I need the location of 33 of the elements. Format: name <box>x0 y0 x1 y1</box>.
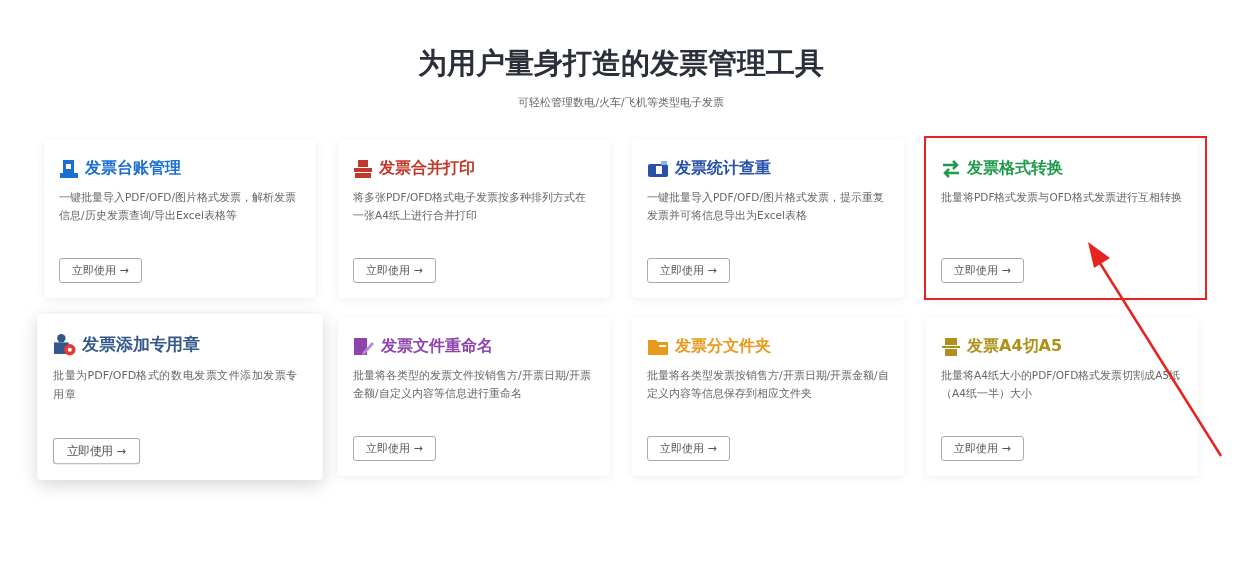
cut-page-icon <box>941 336 961 357</box>
use-now-button[interactable]: 立即使用 → <box>353 258 436 283</box>
use-now-button[interactable]: 立即使用 → <box>52 437 140 465</box>
card-title: 发票文件重命名 <box>381 336 493 357</box>
card-title: 发票统计查重 <box>675 158 771 179</box>
use-now-button[interactable]: 立即使用 → <box>941 436 1024 461</box>
swap-arrows-icon <box>941 159 961 178</box>
page-heading: 为用户量身打造的发票管理工具 <box>418 45 824 82</box>
card-description: 批量将各类型的发票文件按销售方/开票日期/开票金额/自定义内容等信息进行重命名 <box>353 368 593 401</box>
printer-icon <box>353 158 373 179</box>
card-description: 批量为PDF/OFD格式的数电发票文件添加发票专用章 <box>52 367 299 403</box>
card-description: 批量将PDF格式发票与OFD格式发票进行互相转换 <box>941 190 1183 205</box>
card-description: 批量将各类型发票按销售方/开票日期/开票金额/自定义内容等信息保存到相应文件夹 <box>647 368 889 401</box>
card-title: 发票台账管理 <box>85 158 181 179</box>
page-subheading: 可轻松管理数电/火车/飞机等类型电子发票 <box>518 96 724 110</box>
card-title: 发票分文件夹 <box>675 336 771 357</box>
use-now-button[interactable]: 立即使用 → <box>59 258 142 283</box>
use-now-button[interactable]: 立即使用 → <box>353 436 436 461</box>
edit-file-icon <box>353 336 375 357</box>
use-now-button[interactable]: 立即使用 → <box>647 436 730 461</box>
card-title: 发票格式转换 <box>967 158 1063 179</box>
card-description: 一键批量导入PDF/OFD/图片格式发票，解析发票信息/历史发票查询/导出Excel表格等 <box>59 190 297 223</box>
card-title: 发票A4切A5 <box>967 336 1063 357</box>
card-title: 发票合并打印 <box>379 158 475 179</box>
use-now-button[interactable]: 立即使用 → <box>941 258 1024 283</box>
use-now-button[interactable]: 立即使用 → <box>647 258 730 283</box>
card-description: 将多张PDF/OFD格式电子发票按多种排列方式在一张A4纸上进行合并打印 <box>353 190 588 223</box>
wallet-icon <box>647 159 669 178</box>
stamp-icon <box>52 332 77 357</box>
card-description: 一键批量导入PDF/OFD/图片格式发票，提示重复发票并可将信息导出为Excel表格 <box>647 190 885 223</box>
card-title: 发票添加专用章 <box>82 333 200 356</box>
folder-icon <box>647 337 669 356</box>
ledger-icon <box>59 158 79 179</box>
